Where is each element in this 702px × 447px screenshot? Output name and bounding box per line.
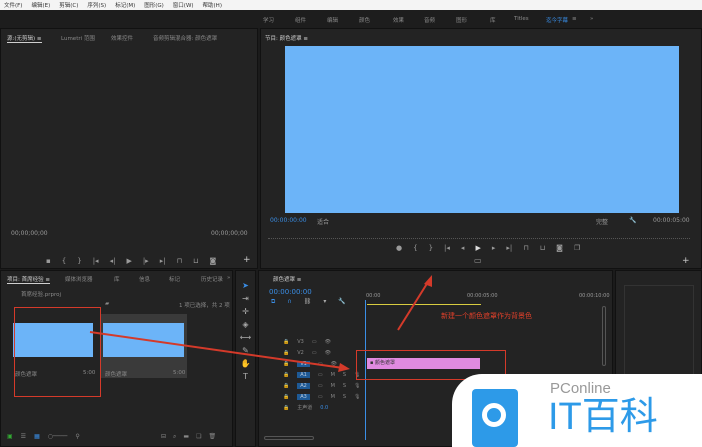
arrow-to-timeline [89, 331, 344, 369]
logo-brand: PConline [550, 380, 611, 397]
arrowhead [338, 363, 350, 372]
watermark-logo: PConline IT百科 [452, 374, 702, 447]
arrow-to-program [397, 281, 429, 331]
magnifier-logo-icon [472, 389, 518, 447]
logo-name: IT百科 [548, 396, 658, 438]
